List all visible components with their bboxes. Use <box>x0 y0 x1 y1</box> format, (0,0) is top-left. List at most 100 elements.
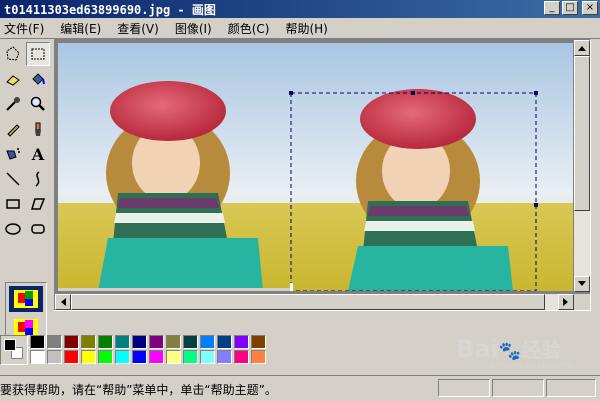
line-icon <box>6 172 20 186</box>
watermark-brand2: 经验 <box>521 338 562 362</box>
ellipse-tool[interactable] <box>1 217 25 241</box>
status-cell-position <box>438 379 490 397</box>
eraser-icon <box>6 75 20 86</box>
paw-icon: 🐾 <box>498 341 522 362</box>
horizontal-scroll-thumb[interactable] <box>71 294 545 310</box>
vertical-scrollbar[interactable] <box>574 40 590 292</box>
minimize-button[interactable]: _ <box>544 1 560 15</box>
foreground-color <box>4 339 16 351</box>
eraser-tool[interactable] <box>1 67 25 91</box>
line-tool[interactable] <box>1 167 25 191</box>
color-swatch[interactable] <box>251 350 266 364</box>
opaque-selection-option[interactable] <box>9 286 43 312</box>
rect-select-tool[interactable] <box>26 42 50 66</box>
canvas-image <box>58 43 573 292</box>
status-text: 要获得帮助，请在“帮助”菜单中，单击“帮助主题”。 <box>0 383 277 397</box>
color-swatch[interactable] <box>132 350 147 364</box>
color-swatch[interactable] <box>81 350 96 364</box>
color-swatch[interactable] <box>64 335 79 349</box>
color-swatch[interactable] <box>149 335 164 349</box>
color-picker-tool[interactable] <box>1 92 25 116</box>
scroll-left-button[interactable] <box>55 294 71 310</box>
color-swatch[interactable] <box>200 350 215 364</box>
color-swatch[interactable] <box>166 350 181 364</box>
color-swatch[interactable] <box>200 335 215 349</box>
color-swatch[interactable] <box>115 335 130 349</box>
status-cell-size <box>492 379 544 397</box>
color-swatch[interactable] <box>132 335 147 349</box>
vertical-scroll-thumb[interactable] <box>574 56 590 211</box>
rectangle-tool[interactable] <box>1 192 25 216</box>
color-swatch[interactable] <box>149 350 164 364</box>
color-picker-icon <box>6 97 20 111</box>
maximize-button[interactable]: □ <box>562 1 578 15</box>
fill-tool[interactable] <box>26 67 50 91</box>
status-bar: 要获得帮助，请在“帮助”菜单中，单击“帮助主题”。 <box>0 375 600 401</box>
horizontal-scrollbar[interactable] <box>55 294 574 310</box>
scroll-down-button[interactable] <box>574 276 590 292</box>
color-swatch[interactable] <box>251 335 266 349</box>
brush-icon <box>35 122 41 136</box>
arrow-down-icon <box>578 281 586 286</box>
color-swatches <box>30 335 266 364</box>
text-tool[interactable]: A <box>26 142 50 166</box>
color-swatch[interactable] <box>115 350 130 364</box>
scrollbar-corner <box>574 294 590 310</box>
window-controls: _ □ × <box>544 1 598 15</box>
current-colors[interactable] <box>0 335 28 365</box>
menu-image[interactable]: 图像(I) <box>167 20 220 37</box>
canvas-frame <box>54 39 591 311</box>
close-button[interactable]: × <box>582 1 598 15</box>
watermark-url: jingyan.baidu.com <box>490 361 574 371</box>
window-title: t01411303ed63899690.jpg - 画图 <box>4 2 216 17</box>
color-swatch[interactable] <box>81 335 96 349</box>
color-swatch[interactable] <box>47 335 62 349</box>
scroll-right-button[interactable] <box>558 294 574 310</box>
drawing-canvas[interactable] <box>58 43 573 292</box>
menu-colors[interactable]: 颜色(C) <box>220 20 278 37</box>
menu-view[interactable]: 查看(V) <box>109 20 167 37</box>
rounded-rect-tool[interactable] <box>26 217 50 241</box>
color-swatch[interactable] <box>217 335 232 349</box>
arrow-left-icon <box>61 298 66 306</box>
status-cell-extra <box>546 379 596 397</box>
baidu-jingyan-watermark: Bai🐾经验 jingyan.baidu.com <box>456 334 576 378</box>
color-swatch[interactable] <box>166 335 181 349</box>
ellipse-icon <box>5 223 21 235</box>
arrow-right-icon <box>563 298 568 306</box>
scroll-up-button[interactable] <box>574 40 590 56</box>
color-swatch[interactable] <box>183 350 198 364</box>
free-select-icon <box>6 46 20 61</box>
color-swatch[interactable] <box>98 350 113 364</box>
color-swatch[interactable] <box>98 335 113 349</box>
polygon-tool[interactable] <box>26 192 50 216</box>
color-swatch[interactable] <box>217 350 232 364</box>
polygon-icon <box>30 198 46 210</box>
color-swatch[interactable] <box>47 350 62 364</box>
pencil-icon <box>7 124 20 137</box>
magnifier-tool[interactable] <box>26 92 50 116</box>
toolbox: A <box>0 39 52 348</box>
free-select-tool[interactable] <box>1 42 25 66</box>
color-swatch[interactable] <box>183 335 198 349</box>
pencil-tool[interactable] <box>1 117 25 141</box>
airbrush-tool[interactable] <box>1 142 25 166</box>
arrow-up-icon <box>578 46 586 51</box>
color-swatch[interactable] <box>64 350 79 364</box>
curve-icon <box>35 171 40 187</box>
tools-grid: A <box>1 42 50 241</box>
color-swatch[interactable] <box>234 335 249 349</box>
menu-file[interactable]: 文件(F) <box>0 20 52 37</box>
rect-select-icon <box>31 48 45 60</box>
menu-help[interactable]: 帮助(H) <box>277 20 335 37</box>
watermark-brand: Bai <box>456 335 499 363</box>
menu-edit[interactable]: 编辑(E) <box>52 20 109 37</box>
text-icon: A <box>31 144 45 164</box>
color-swatch[interactable] <box>30 350 45 364</box>
color-swatch[interactable] <box>234 350 249 364</box>
color-swatch[interactable] <box>30 335 45 349</box>
rectangle-icon <box>6 199 20 209</box>
brush-tool[interactable] <box>26 117 50 141</box>
curve-tool[interactable] <box>26 167 50 191</box>
magnifier-icon <box>30 96 45 111</box>
